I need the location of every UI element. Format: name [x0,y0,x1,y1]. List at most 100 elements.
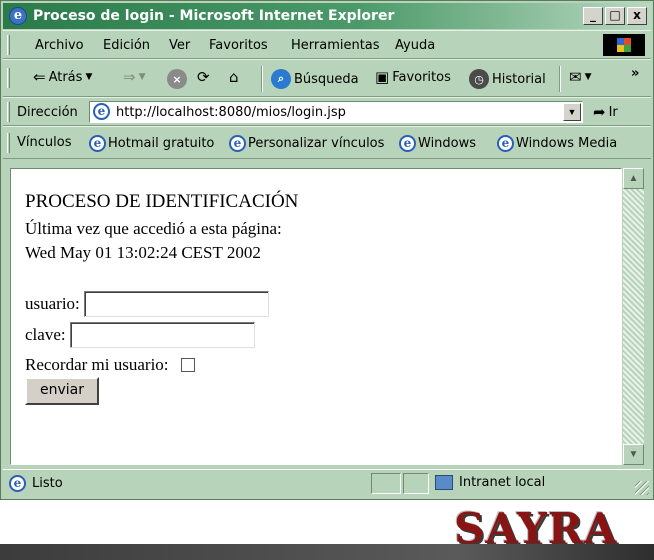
intranet-icon [435,475,453,490]
remember-checkbox[interactable] [180,358,195,372]
toolbar-separator [559,66,561,92]
standard-toolbar: ⇐ Atrás ▼ ⇒ ▼ × ⟳ ⌂ ⌕ Búsqueda ▣ Favorit… [3,59,651,97]
menu-herramientas[interactable]: Herramientas [291,38,380,53]
menu-bar: Archivo Edición Ver Favoritos Herramient… [3,30,651,59]
maximize-button[interactable]: □ [605,7,625,25]
home-icon: ⌂ [229,68,239,86]
security-zone: Intranet local [435,475,545,490]
link-label: Personalizar vínculos [248,136,385,151]
scroll-up-button[interactable]: ▲ [623,168,644,189]
menu-edicion[interactable]: Edición [103,38,150,53]
window-title: Proceso de login - Microsoft Internet Ex… [33,8,395,24]
favorites-button[interactable]: ▣ Favoritos [375,69,451,85]
status-text: Listo [32,476,63,491]
toolbar-grip[interactable] [7,102,10,122]
refresh-icon: ⟳ [197,68,210,86]
ie-icon: e [229,135,246,152]
toolbar-grip[interactable] [7,35,10,55]
zone-label: Intranet local [459,475,546,490]
ie-icon: e [89,135,106,152]
ie-icon: e [497,135,514,152]
search-button[interactable]: ⌕ Búsqueda [271,69,359,89]
history-label: Historial [492,71,546,87]
scroll-down-button[interactable]: ▼ [623,444,644,465]
password-input[interactable] [69,322,255,348]
history-icon: ◷ [469,69,489,89]
links-bar: Vínculos e Hotmail gratuito e Personaliz… [3,126,651,159]
back-label: Atrás [48,69,83,85]
page-content: PROCESO DE IDENTIFICACIÓN Última vez que… [10,168,622,465]
windows-logo-icon [603,34,645,56]
go-button[interactable]: ➦ Ir [593,103,618,121]
link-windows[interactable]: e Windows [399,135,476,152]
search-icon: ⌕ [271,69,291,89]
mail-button[interactable]: ✉ ▼ [569,69,592,85]
menu-favoritos[interactable]: Favoritos [209,38,268,53]
ie-icon: e [399,135,416,152]
resize-grip[interactable] [635,481,649,495]
back-button[interactable]: ⇐ Atrás ▼ [33,69,92,85]
link-hotmail[interactable]: e Hotmail gratuito [89,135,214,152]
stop-button[interactable]: × [167,69,187,89]
footer-bar [0,544,654,560]
link-label: Hotmail gratuito [108,136,215,151]
page-icon: e [9,475,26,492]
browser-window: e Proceso de login - Microsoft Internet … [0,0,654,500]
toolbar-separator [261,66,263,92]
chevron-down-icon: ▼ [584,72,592,82]
chevron-down-icon: ▼ [138,72,146,82]
address-label: Dirección [17,105,78,120]
favorites-icon: ▣ [375,68,390,86]
address-input[interactable]: e http://localhost:8080/mios/login.jsp ▼ [89,101,583,123]
menu-ver[interactable]: Ver [169,38,190,53]
status-pane [371,473,401,494]
more-chevron[interactable]: » [631,66,639,81]
remember-row: Recordar mi usuario: [25,355,195,375]
minimize-button[interactable]: _ [583,7,603,25]
links-label[interactable]: Vínculos [17,135,71,150]
ie-icon: e [9,7,27,25]
forward-button[interactable]: ⇒ ▼ [123,69,146,85]
title-bar: e Proceso de login - Microsoft Internet … [3,3,651,29]
close-button[interactable]: x [627,7,647,25]
toolbar-grip[interactable] [7,133,10,153]
history-button[interactable]: ◷ Historial [469,69,546,89]
chevron-down-icon: ▼ [85,72,93,82]
menu-archivo[interactable]: Archivo [35,38,84,53]
password-label: clave: [25,325,66,344]
stop-icon: × [167,69,187,89]
status-bar: e Listo Intranet local [3,469,651,497]
address-url[interactable]: http://localhost:8080/mios/login.jsp [116,105,346,120]
favorites-label: Favoritos [392,69,451,85]
link-personalizar[interactable]: e Personalizar vínculos [229,135,384,152]
user-input[interactable] [83,291,269,317]
menu-ayuda[interactable]: Ayuda [395,38,435,53]
go-icon: ➦ [593,103,606,121]
home-button[interactable]: ⌂ [229,69,239,85]
ie-icon: e [93,103,110,120]
window-controls: _ □ x [583,7,647,25]
mail-icon: ✉ [569,68,582,86]
submit-button[interactable]: enviar [25,377,99,405]
vertical-scrollbar[interactable]: ▲ ▼ [623,168,644,465]
go-label: Ir [608,104,618,120]
address-bar: Dirección e http://localhost:8080/mios/l… [3,97,651,126]
refresh-button[interactable]: ⟳ [197,69,210,85]
status-pane [403,473,429,494]
page-title: PROCESO DE IDENTIFICACIÓN [25,191,299,212]
search-label: Búsqueda [294,71,359,87]
link-label: Windows Media [516,136,618,151]
forward-arrow-icon: ⇒ [123,68,136,86]
status-area: e Listo [9,475,63,492]
last-visit-date: Wed May 01 13:02:24 CEST 2002 [25,243,261,262]
address-dropdown-button[interactable]: ▼ [563,103,581,121]
remember-label: Recordar mi usuario: [25,355,169,374]
back-arrow-icon: ⇐ [33,68,46,86]
toolbar-grip[interactable] [7,68,10,88]
last-visit-label: Última vez que accedió a esta página: [25,219,282,238]
link-label: Windows [418,136,477,151]
user-label: usuario: [25,294,80,313]
password-row: clave: [25,322,255,348]
user-row: usuario: [25,291,269,317]
link-windows-media[interactable]: e Windows Media [497,135,617,152]
